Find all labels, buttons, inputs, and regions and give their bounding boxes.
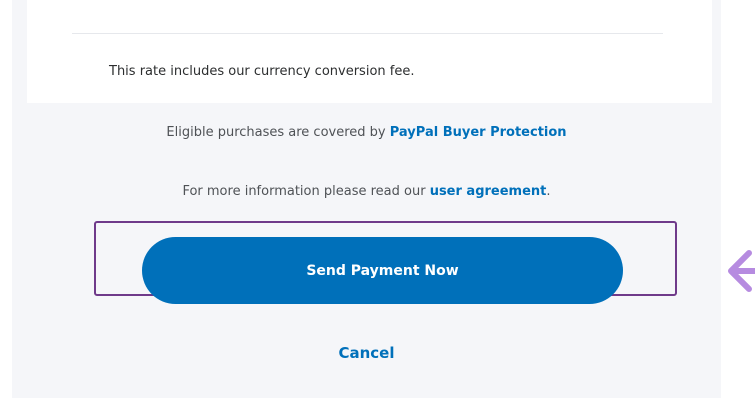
arrow-left-icon <box>728 250 755 292</box>
cancel-link[interactable]: Cancel <box>12 344 721 362</box>
send-payment-button[interactable]: Send Payment Now <box>142 237 623 304</box>
buyer-protection-text: Eligible purchases are covered by <box>166 125 390 140</box>
user-agreement-notice: For more information please read our use… <box>12 184 721 199</box>
summary-divider <box>72 33 663 34</box>
user-agreement-text: For more information please read our <box>182 184 430 199</box>
conversion-summary-card <box>27 0 712 103</box>
rate-note: This rate includes our currency conversi… <box>109 64 415 79</box>
payment-review-page: This rate includes our currency conversi… <box>0 0 755 398</box>
user-agreement-suffix: . <box>546 184 551 199</box>
buyer-protection-notice: Eligible purchases are covered by PayPal… <box>12 125 721 140</box>
buyer-protection-link[interactable]: PayPal Buyer Protection <box>390 125 567 140</box>
user-agreement-link[interactable]: user agreement <box>430 184 547 199</box>
